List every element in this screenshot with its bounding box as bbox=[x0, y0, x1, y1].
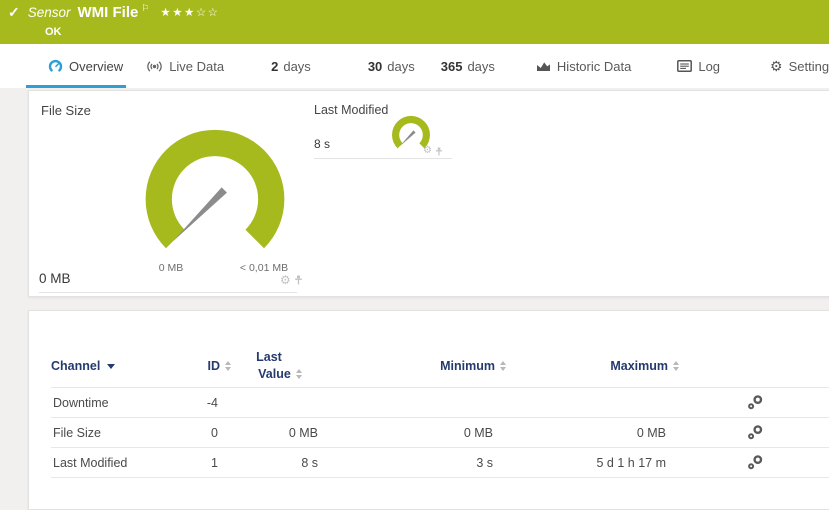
tab-365-days-number: 365 bbox=[441, 59, 463, 74]
tab-historic-data-label: Historic Data bbox=[557, 59, 631, 74]
sort-icon bbox=[296, 369, 302, 379]
tab-log[interactable]: Log bbox=[677, 44, 720, 88]
pin-icon[interactable] bbox=[294, 275, 303, 285]
channel-id: 1 bbox=[181, 456, 231, 470]
table-row-file-size: File Size 0 0 MB 0 MB 0 MB bbox=[51, 417, 829, 447]
tab-30-days-label: days bbox=[387, 59, 414, 74]
channel-id: 0 bbox=[181, 426, 231, 440]
tab-overview-label: Overview bbox=[69, 59, 123, 74]
file-size-gauge-actions: ⚙ bbox=[280, 274, 303, 286]
sensor-name: WMI File bbox=[78, 4, 139, 21]
last-modified-current-value: 8 s bbox=[314, 137, 330, 151]
channel-maximum: 5 d 1 h 17 m bbox=[506, 456, 679, 470]
tab-historic-data[interactable]: Historic Data bbox=[536, 44, 631, 88]
channel-last-value: 8 s bbox=[231, 456, 331, 470]
file-size-current-value: 0 MB bbox=[39, 271, 71, 286]
last-modified-gauge-actions: ⚙ bbox=[423, 146, 443, 156]
tab-bar: Overview Live Data 2 days 30 days 365 da… bbox=[0, 44, 829, 88]
table-row-last-modified: Last Modified 1 8 s 3 s 5 d 1 h 17 m bbox=[51, 447, 829, 477]
live-data-icon bbox=[146, 60, 163, 73]
maximum-header-label: Maximum bbox=[610, 359, 668, 373]
edit-channel-gears-icon[interactable] bbox=[747, 425, 763, 440]
channels-panel: Channel ID Last Value Minimum Maximum bbox=[28, 310, 829, 510]
sensor-type-label: Sensor bbox=[28, 5, 71, 20]
file-size-gauge-title: File Size bbox=[41, 103, 91, 118]
column-header-maximum[interactable]: Maximum bbox=[506, 359, 679, 373]
tab-365-days-label: days bbox=[467, 59, 494, 74]
file-size-gauge bbox=[140, 124, 290, 252]
column-header-channel[interactable]: Channel bbox=[51, 359, 181, 373]
flag-icon[interactable]: ⚐ bbox=[141, 3, 149, 14]
settings-gear-icon: ⚙ bbox=[770, 58, 783, 75]
minimum-header-label: Minimum bbox=[440, 359, 495, 373]
sort-icon bbox=[673, 361, 679, 371]
last-modified-block-divider bbox=[314, 158, 452, 159]
gauge-settings-gear-icon[interactable]: ⚙ bbox=[423, 146, 432, 156]
gauge-settings-gear-icon[interactable]: ⚙ bbox=[280, 274, 291, 286]
tab-365-days[interactable]: 365 days bbox=[441, 44, 495, 88]
channel-id: -4 bbox=[181, 396, 231, 410]
gauge-needle bbox=[400, 130, 416, 146]
status-badge: OK bbox=[45, 26, 62, 38]
channel-last-value: 0 MB bbox=[231, 426, 331, 440]
tab-live-data[interactable]: Live Data bbox=[146, 44, 224, 88]
column-header-id[interactable]: ID bbox=[181, 359, 231, 373]
tab-2-days[interactable]: 2 days bbox=[271, 44, 311, 88]
tab-settings[interactable]: ⚙ Settings bbox=[770, 44, 829, 88]
tab-live-data-label: Live Data bbox=[169, 59, 224, 74]
gauge-needle bbox=[173, 187, 227, 241]
channel-name: Last Modified bbox=[51, 456, 181, 470]
channel-name: Downtime bbox=[51, 396, 181, 410]
pin-icon[interactable] bbox=[435, 147, 443, 156]
tab-log-label: Log bbox=[698, 59, 720, 74]
channel-name: File Size bbox=[51, 426, 181, 440]
channel-maximum: 0 MB bbox=[506, 426, 679, 440]
log-icon bbox=[677, 60, 692, 72]
chevron-down-icon bbox=[107, 364, 115, 369]
sensor-title-bar: ✓ Sensor WMI File ⚐ ★★★☆☆ OK bbox=[0, 0, 829, 44]
channel-minimum: 3 s bbox=[331, 456, 506, 470]
historic-chart-icon bbox=[536, 60, 551, 72]
last-value-header-line1: Last bbox=[256, 349, 282, 366]
gauge-icon bbox=[48, 59, 63, 74]
channel-header-label: Channel bbox=[51, 359, 100, 373]
edit-channel-gears-icon[interactable] bbox=[747, 395, 763, 410]
channel-minimum: 0 MB bbox=[331, 426, 506, 440]
priority-stars[interactable]: ★★★☆☆ bbox=[160, 5, 219, 19]
tab-30-days[interactable]: 30 days bbox=[368, 44, 415, 88]
id-header-label: ID bbox=[208, 359, 221, 373]
column-header-minimum[interactable]: Minimum bbox=[331, 359, 506, 373]
last-value-header-line2: Value bbox=[258, 366, 291, 383]
sensor-overview-page: ✓ Sensor WMI File ⚐ ★★★☆☆ OK Overview Li… bbox=[0, 0, 829, 490]
status-ok-check-icon: ✓ bbox=[8, 4, 20, 21]
table-row-downtime: Downtime -4 bbox=[51, 387, 829, 417]
file-size-block-divider bbox=[39, 292, 297, 293]
channel-table-header: Channel ID Last Value Minimum Maximum bbox=[51, 345, 829, 387]
file-size-scale-min: 0 MB bbox=[139, 262, 203, 274]
tab-30-days-number: 30 bbox=[368, 59, 382, 74]
table-row-empty bbox=[51, 477, 829, 498]
tab-overview[interactable]: Overview bbox=[48, 44, 123, 88]
stars-filled[interactable]: ★★★ bbox=[160, 7, 195, 19]
tab-2-days-number: 2 bbox=[271, 59, 278, 74]
edit-channel-gears-icon[interactable] bbox=[747, 455, 763, 470]
last-modified-gauge-title: Last Modified bbox=[314, 103, 388, 117]
tab-2-days-label: days bbox=[283, 59, 310, 74]
stars-empty[interactable]: ☆☆ bbox=[196, 7, 220, 19]
tab-settings-label: Settings bbox=[789, 59, 829, 74]
gauges-panel: File Size 0 MB < 0,01 MB 0 MB ⚙ Last Mod… bbox=[28, 90, 829, 297]
column-header-last-value[interactable]: Last Value bbox=[231, 349, 331, 383]
